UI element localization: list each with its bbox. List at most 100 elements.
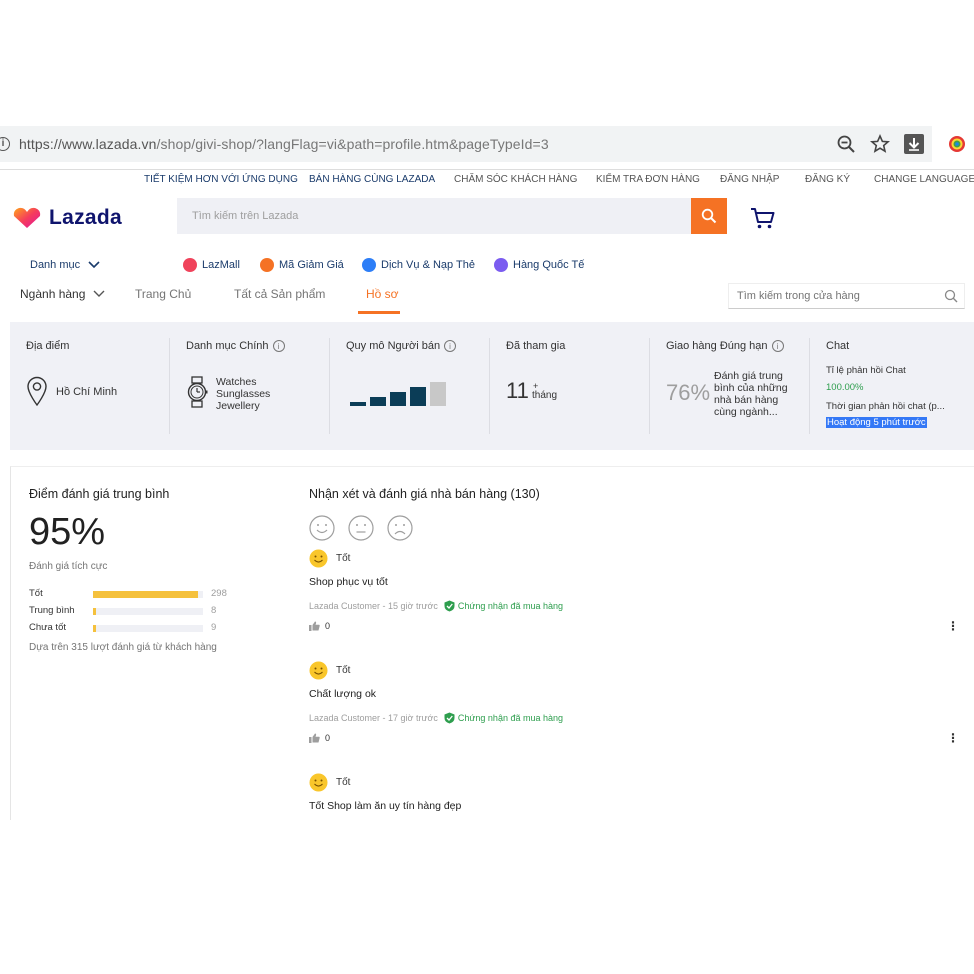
- rating-score: 95%: [29, 511, 106, 553]
- global-collection-link[interactable]: Hàng Quốc Tế: [494, 258, 584, 272]
- joined-unit: tháng: [532, 390, 558, 401]
- chat-time-label: Thời gian phản hồi chat (p...: [826, 401, 945, 412]
- address-bar[interactable]: i https://www.lazada.vn/shop/givi-shop/?…: [0, 126, 932, 162]
- review-sentiment: Tốt: [309, 773, 350, 792]
- thumbs-up-icon: [309, 621, 320, 631]
- like-count: 0: [325, 733, 331, 743]
- like-button[interactable]: 0: [309, 733, 330, 743]
- category-menu[interactable]: Danh mục: [30, 259, 100, 271]
- zoom-out-icon[interactable]: [836, 134, 856, 154]
- link-app-savings[interactable]: TIẾT KIỆM HƠN VỚI ỨNG DỤNG: [144, 174, 298, 185]
- active-tab-indicator: [358, 311, 400, 314]
- main-category-label-text: Danh mục Chính: [186, 340, 269, 352]
- happy-face-icon[interactable]: [309, 515, 335, 541]
- link-track-order[interactable]: KIỂM TRA ĐƠN HÀNG: [596, 174, 700, 185]
- cart-icon[interactable]: [750, 206, 776, 230]
- help-icon[interactable]: i: [771, 340, 784, 352]
- rating-bar-track: [93, 591, 203, 598]
- link-login[interactable]: ĐĂNG NHẬP: [720, 174, 779, 185]
- chat-label: Chat: [826, 340, 849, 352]
- tab-all-products[interactable]: Tất cả Sản phẩm: [234, 287, 325, 301]
- joined-label: Đã tham gia: [506, 340, 565, 352]
- topup-services-link[interactable]: Dịch Vụ & Nạp Thẻ: [362, 258, 475, 272]
- ontime-description: Đánh giá trung bình của những nhà bán hà…: [714, 370, 788, 418]
- tab-profile[interactable]: Hồ sơ: [366, 287, 399, 301]
- chat-rate-label: Tỉ lệ phản hồi Chat: [826, 365, 906, 376]
- shop-search-box: [728, 283, 965, 309]
- seller-size-bar: [350, 402, 366, 406]
- chat-column: Chat Tỉ lệ phản hồi Chat 100.00% Thời gi…: [810, 322, 974, 450]
- rating-row-average: Trung bình 8: [29, 605, 259, 617]
- seller-size-bar: [430, 382, 446, 406]
- seller-size-label-text: Quy mô Người bán: [346, 340, 441, 352]
- help-icon[interactable]: i: [444, 340, 457, 352]
- shop-search-input[interactable]: [729, 284, 934, 308]
- rating-bar-track: [93, 608, 203, 615]
- help-icon[interactable]: i: [272, 340, 285, 352]
- search-bar: [177, 198, 727, 234]
- verified-label: Chứng nhận đã mua hàng: [457, 601, 563, 611]
- extension-icon[interactable]: [948, 135, 966, 153]
- link-sell-with-lazada[interactable]: BÁN HÀNG CÙNG LAZADA: [309, 174, 435, 185]
- review-item: Tốt Chất lượng ok Lazada Customer - 17 g…: [309, 661, 959, 751]
- joined-column: Đã tham gia 11 + tháng: [490, 322, 650, 450]
- review-item: Tốt Tốt Shop làm ăn uy tín hàng đẹp: [309, 773, 959, 821]
- review-sentiment-label: Tốt: [336, 665, 351, 676]
- info-icon[interactable]: i: [0, 137, 10, 151]
- thumbs-up-icon: [309, 733, 320, 743]
- neutral-face-icon[interactable]: [348, 515, 374, 541]
- location-value: Hồ Chí Minh: [56, 386, 118, 398]
- category-value: Watches: [216, 376, 257, 388]
- search-icon: [701, 208, 717, 224]
- more-options-icon[interactable]: ⋮: [947, 619, 959, 633]
- search-button[interactable]: [691, 198, 727, 234]
- global-icon: [494, 258, 508, 272]
- seller-size-column: Quy mô Người bán i: [330, 322, 490, 450]
- verified-purchase: Chứng nhận đã mua hàng: [444, 712, 563, 724]
- rating-based-on: Dựa trên 315 lượt đánh giá từ khách hàng: [29, 642, 217, 653]
- review-sentiment-label: Tốt: [336, 777, 351, 788]
- bookmark-star-icon[interactable]: [870, 134, 890, 154]
- search-input[interactable]: [177, 198, 691, 234]
- url-path: /shop/givi-shop/?langFlag=vi&path=profil…: [156, 136, 549, 152]
- joined-label-text: Đã tham gia: [506, 340, 566, 352]
- link-customer-care[interactable]: CHĂM SÓC KHÁCH HÀNG: [454, 174, 577, 185]
- lazada-logo[interactable]: Lazada: [13, 206, 122, 230]
- rating-bar-track: [93, 625, 203, 632]
- voucher-icon: [260, 258, 274, 272]
- topup-icon: [362, 258, 376, 272]
- url-text[interactable]: https://www.lazada.vn/shop/givi-shop/?la…: [19, 136, 549, 152]
- shield-check-icon: [444, 600, 455, 612]
- tab-industry[interactable]: Ngành hàng: [20, 287, 105, 301]
- review-text: Tốt Shop làm ăn uy tín hàng đẹp: [309, 800, 462, 812]
- voucher-link[interactable]: Mã Giảm Giá: [260, 258, 344, 272]
- review-sentiment-label: Tốt: [336, 553, 351, 564]
- topup-label: Dịch Vụ & Nạp Thẻ: [381, 259, 475, 271]
- ontime-value: 76%: [666, 380, 711, 405]
- smile-emoji-icon: [309, 549, 328, 568]
- tab-home[interactable]: Trang Chủ: [135, 287, 191, 301]
- sad-face-icon[interactable]: [387, 515, 413, 541]
- search-icon[interactable]: [944, 289, 958, 303]
- more-options-icon[interactable]: ⋮: [947, 731, 959, 745]
- global-label: Hàng Quốc Tế: [513, 259, 585, 271]
- shield-check-icon: [444, 712, 455, 724]
- rating-row-label: Chưa tốt: [29, 622, 66, 633]
- rating-row-label: Trung bình: [29, 605, 75, 616]
- review-author: Lazada Customer - 17 giờ trước: [309, 713, 438, 723]
- smile-emoji-icon: [309, 661, 328, 680]
- link-change-language[interactable]: CHANGE LANGUAGE: [874, 174, 974, 185]
- rating-title: Điểm đánh giá trung bình: [29, 487, 170, 501]
- rating-bar-fill: [93, 591, 198, 598]
- voucher-label: Mã Giảm Giá: [279, 259, 344, 271]
- review-sentiment: Tốt: [309, 661, 350, 680]
- verified-label: Chứng nhận đã mua hàng: [457, 713, 563, 723]
- link-signup[interactable]: ĐĂNG KÝ: [805, 174, 850, 185]
- lazmall-link[interactable]: LazMall: [183, 258, 240, 272]
- like-button[interactable]: 0: [309, 621, 330, 631]
- seller-size-bars: [350, 380, 450, 406]
- ontime-label: Giao hàng Đúng hạn i: [666, 340, 784, 352]
- download-icon[interactable]: [904, 134, 924, 154]
- category-value: Sunglasses: [216, 388, 271, 400]
- seller-size-bar: [370, 397, 386, 406]
